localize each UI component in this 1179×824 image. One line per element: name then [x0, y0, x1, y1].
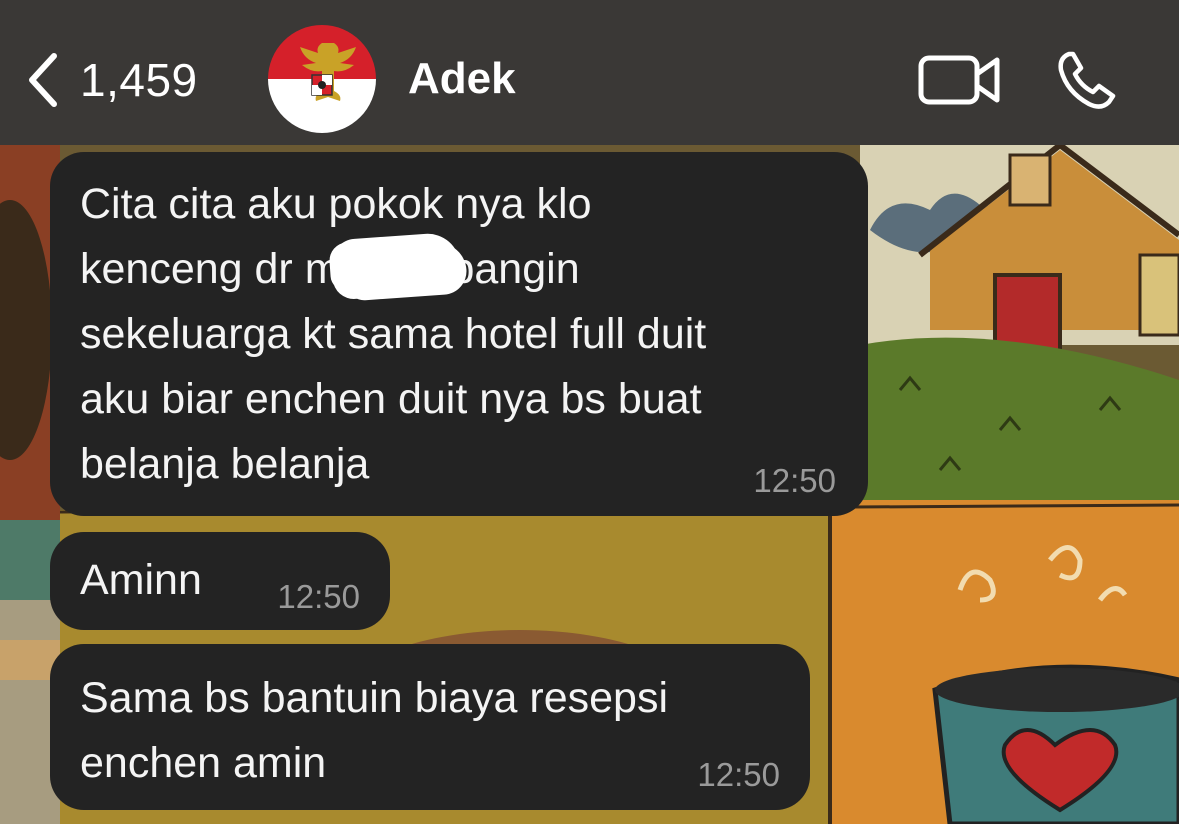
chevron-left-icon [29, 53, 57, 107]
phone-icon[interactable] [1055, 48, 1123, 112]
video-camera-icon[interactable] [917, 52, 1001, 108]
contact-name[interactable]: Adek [408, 54, 516, 104]
message-bubble[interactable]: Cita cita aku pokok nya klo kenceng dr m… [50, 152, 868, 516]
message-text: Sama bs bantuin biaya resepsi enchen ami… [80, 674, 669, 787]
message-bubble[interactable]: Sama bs bantuin biaya resepsi enchen ami… [50, 644, 810, 810]
back-button[interactable]: 1,459 [24, 40, 198, 120]
chat-header: 1,459 Adek [0, 0, 1179, 145]
message-bubble[interactable]: Aminn 12:50 [50, 532, 390, 630]
message-time: 12:50 [277, 578, 360, 615]
message-time: 12:50 [697, 756, 780, 793]
garuda-emblem [268, 25, 376, 133]
contact-avatar[interactable] [268, 25, 376, 133]
message-time: 12:50 [753, 462, 836, 499]
message-text: Cita cita aku pokok nya klo kenceng dr m… [80, 180, 707, 488]
redaction-scribble [330, 231, 462, 301]
unread-count: 1,459 [80, 54, 198, 106]
